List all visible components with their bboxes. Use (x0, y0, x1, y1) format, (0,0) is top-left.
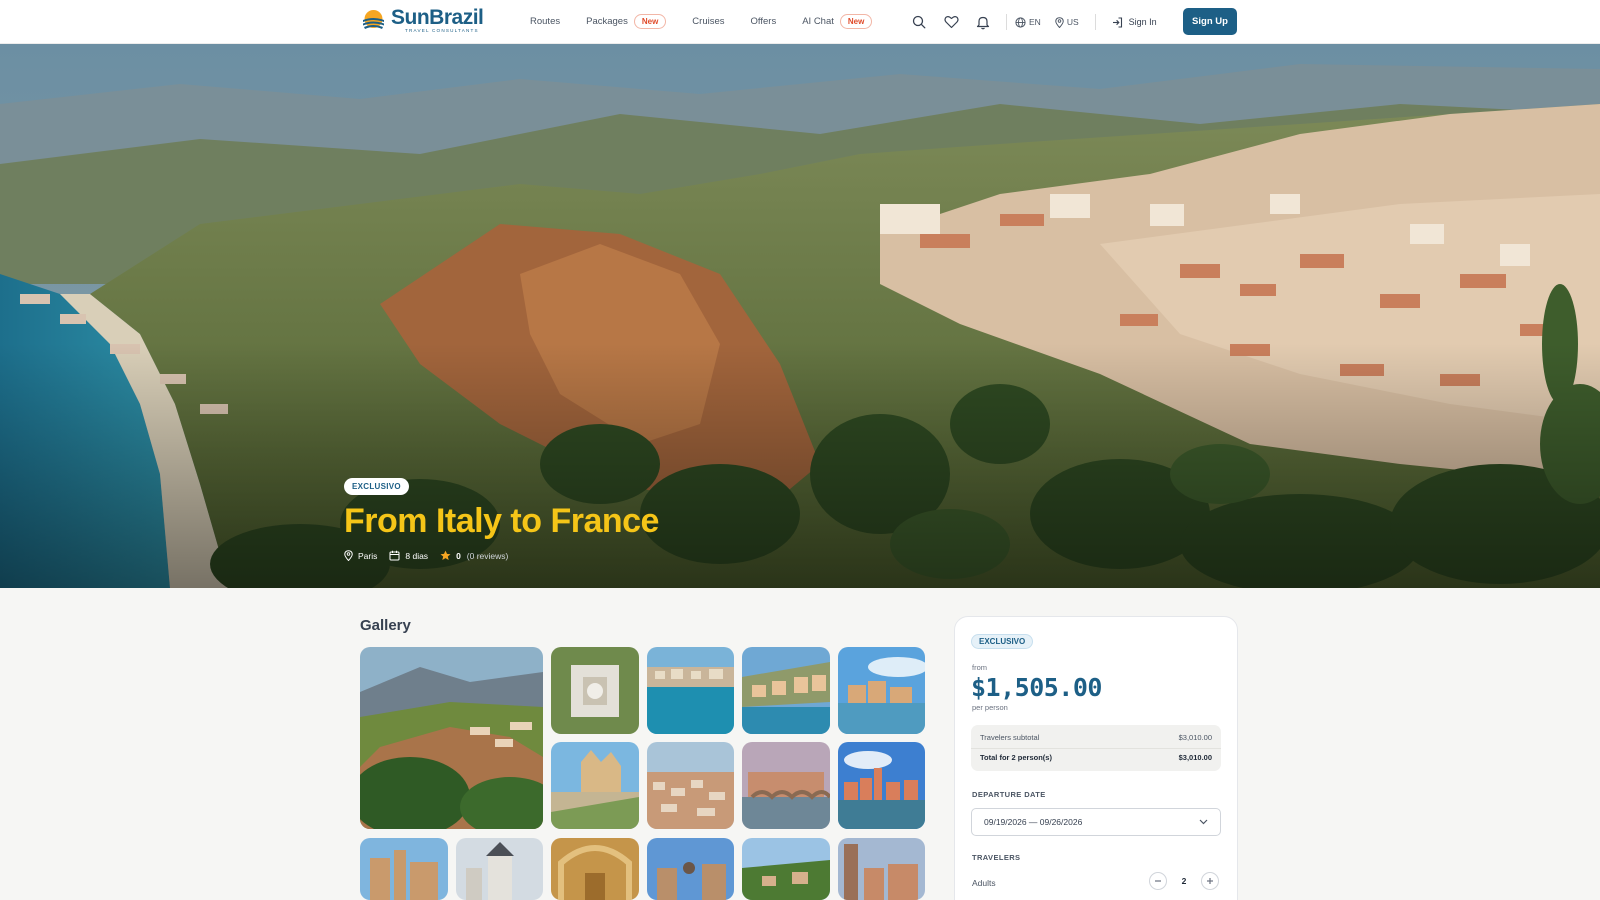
heart-icon[interactable] (940, 11, 962, 33)
departure-date-value: 09/19/2026 — 09/26/2026 (984, 817, 1083, 827)
gallery-image[interactable] (838, 647, 925, 734)
booking-card: EXCLUSIVO from $1,505.00 per person Trav… (954, 616, 1238, 900)
summary-divider (971, 748, 1221, 749)
minus-icon (1155, 880, 1161, 882)
departure-date-label: DEPARTURE DATE (972, 790, 1046, 799)
tour-title: From Italy to France (344, 502, 659, 540)
top-nav-bar: SunBrazil TRAVEL CONSULTANTS Routes Pack… (0, 0, 1600, 44)
total-value: $3,010.00 (1178, 753, 1212, 762)
tour-rating-value: 0 (456, 550, 461, 561)
nav-offers[interactable]: Offers (751, 12, 777, 30)
tour-reviews-count: (0 reviews) (466, 550, 509, 561)
tour-duration: 8 dias (389, 550, 428, 561)
main-nav: Routes Packages New Cruises Offers AI Cha… (530, 12, 898, 30)
gallery-image[interactable] (647, 838, 734, 900)
gallery-image[interactable] (742, 647, 830, 734)
total-label: Total for 2 person(s) (980, 753, 1052, 762)
gallery-image[interactable] (742, 742, 830, 829)
total-row: Total for 2 person(s) $3,010.00 (980, 753, 1212, 762)
departure-date-select[interactable]: 09/19/2026 — 09/26/2026 (971, 808, 1221, 836)
sign-in-button[interactable]: Sign In (1112, 16, 1157, 28)
logo-tagline: TRAVEL CONSULTANTS (405, 28, 479, 34)
hero-banner: EXCLUSIVO From Italy to France Paris 8 d… (0, 44, 1600, 588)
nav-cruises-label: Cruises (692, 15, 725, 27)
exclusive-badge: EXCLUSIVO (971, 634, 1034, 649)
tour-location: Paris (344, 550, 377, 561)
star-icon (440, 550, 451, 560)
travelers-subtotal-row: Travelers subtotal $3,010.00 (980, 733, 1212, 742)
gallery-image[interactable] (360, 838, 448, 900)
header-divider (1006, 14, 1007, 30)
new-badge: New (839, 13, 873, 29)
nav-ai-chat[interactable]: AI Chat New (802, 12, 873, 30)
tour-meta: Paris 8 dias 0 (0 reviews) (344, 550, 520, 561)
sunbrazil-logo[interactable]: SunBrazil TRAVEL CONSULTANTS (360, 6, 484, 34)
price-per-person-label: per person (972, 703, 1008, 712)
chevron-down-icon (1199, 819, 1208, 825)
adults-label: Adults (972, 878, 996, 888)
sign-up-button[interactable]: Sign Up (1183, 8, 1237, 35)
adults-stepper: 2 (1149, 872, 1219, 890)
nav-offers-label: Offers (750, 15, 777, 27)
map-pin-icon (344, 550, 353, 561)
language-selector[interactable]: EN (1015, 16, 1041, 28)
decrement-button[interactable] (1149, 872, 1167, 890)
travelers-subtotal-label: Travelers subtotal (980, 733, 1040, 742)
nav-packages[interactable]: Packages New (586, 12, 667, 30)
gallery-image[interactable] (838, 838, 925, 900)
nav-routes[interactable]: Routes (530, 12, 560, 30)
price-summary: Travelers subtotal $3,010.00 Total for 2… (971, 725, 1221, 771)
gallery-heading: Gallery (360, 617, 411, 634)
tour-duration-label: 8 dias (405, 550, 429, 561)
gallery-image-main[interactable] (360, 647, 543, 829)
gallery-image[interactable] (551, 647, 639, 734)
sign-in-label: Sign In (1128, 17, 1157, 27)
plus-icon (1207, 878, 1213, 884)
price-from-label: from (972, 663, 987, 672)
nav-routes-label: Routes (530, 15, 561, 27)
globe-icon (1015, 16, 1026, 28)
map-pin-icon (1055, 16, 1064, 28)
sign-in-icon (1112, 16, 1122, 28)
logo-name-part1: Sun (391, 6, 430, 30)
nav-packages-label: Packages (586, 15, 628, 27)
hero-gradient-overlay (0, 44, 1600, 588)
gallery-image[interactable] (742, 838, 830, 900)
region-label: US (1066, 17, 1079, 27)
bell-icon[interactable] (972, 11, 994, 33)
travelers-subtotal-value: $3,010.00 (1178, 733, 1212, 742)
increment-button[interactable] (1201, 872, 1219, 890)
gallery-image[interactable] (551, 838, 639, 900)
adults-count: 2 (1181, 876, 1187, 886)
travelers-label: TRAVELERS (972, 853, 1021, 862)
new-badge: New (633, 13, 667, 29)
logo-name-part2: Brazil (429, 6, 484, 30)
gallery-image[interactable] (838, 742, 925, 829)
tour-location-label: Paris (358, 550, 378, 561)
gallery-image[interactable] (647, 647, 734, 734)
sun-logo-icon (360, 7, 387, 34)
nav-cruises[interactable]: Cruises (692, 12, 724, 30)
calendar-icon (389, 550, 400, 561)
search-icon[interactable] (908, 11, 930, 33)
gallery-image[interactable] (551, 742, 639, 829)
gallery-image[interactable] (647, 742, 734, 829)
region-selector[interactable]: US (1055, 16, 1079, 28)
header-divider (1094, 14, 1096, 30)
tour-rating: 0 (0 reviews) (440, 550, 508, 561)
price-value: $1,505.00 (971, 673, 1102, 702)
gallery-image[interactable] (456, 838, 543, 900)
exclusive-badge: EXCLUSIVO (344, 478, 409, 495)
language-label: EN (1029, 17, 1041, 27)
nav-ai-chat-label: AI Chat (802, 15, 834, 27)
